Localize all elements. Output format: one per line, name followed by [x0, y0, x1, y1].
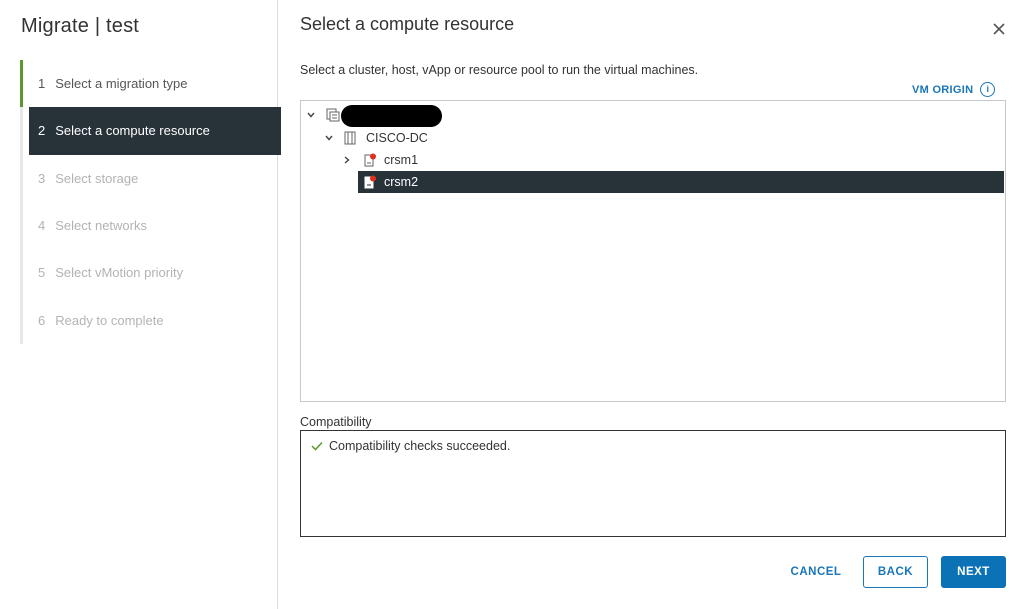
step-select-vmotion-priority: 5 Select vMotion priority — [20, 249, 281, 296]
vcenter-icon — [326, 108, 340, 122]
wizard-steps: 1 Select a migration type 2 Select a com… — [20, 60, 281, 344]
next-button[interactable]: NEXT — [941, 556, 1006, 588]
back-button[interactable]: BACK — [863, 556, 928, 588]
page-title: Select a compute resource — [300, 14, 515, 34]
step-select-networks: 4 Select networks — [20, 202, 281, 249]
step-number: 4 — [38, 218, 46, 234]
instruction-text: Select a cluster, host, vApp or resource… — [300, 63, 699, 77]
step-select-migration-type[interactable]: 1 Select a migration type — [20, 60, 281, 108]
compatibility-panel: Compatibility checks succeeded. — [300, 430, 1006, 537]
step-select-storage: 3 Select storage — [20, 155, 281, 202]
step-label: Ready to complete — [55, 312, 164, 328]
cancel-button[interactable]: CANCEL — [780, 556, 852, 588]
tree-row-vcenter[interactable] — [306, 104, 340, 126]
tree-row-host-selected[interactable]: crsm2 — [358, 171, 1004, 193]
vm-origin-link[interactable]: VM ORIGIN i — [912, 82, 996, 97]
step-select-compute-resource[interactable]: 2 Select a compute resource — [29, 107, 281, 155]
tree-row-host[interactable]: crsm1 — [342, 149, 418, 171]
compatibility-message-text: Compatibility checks succeeded. — [329, 439, 511, 453]
chevron-down-icon[interactable] — [324, 133, 334, 143]
compatibility-label: Compatibility — [300, 415, 372, 429]
step-number: 2 — [38, 123, 46, 139]
info-icon[interactable]: i — [980, 82, 996, 97]
step-label: Select a compute resource — [55, 123, 210, 139]
step-ready-to-complete: 6 Ready to complete — [20, 296, 281, 343]
wizard-title: Migrate | test — [21, 15, 140, 37]
step-number: 6 — [38, 312, 46, 328]
step-number: 5 — [38, 265, 46, 281]
step-label: Select vMotion priority — [55, 265, 184, 281]
step-label: Select networks — [55, 218, 147, 234]
close-icon[interactable] — [990, 20, 1008, 38]
step-number: 1 — [38, 76, 46, 92]
vm-origin-label: VM ORIGIN — [912, 83, 974, 96]
compatibility-message: Compatibility checks succeeded. — [311, 439, 510, 453]
host-warning-icon — [364, 175, 376, 189]
chevron-right-icon[interactable] — [342, 155, 352, 165]
datacenter-label: CISCO-DC — [366, 131, 428, 145]
wizard-sidebar: Migrate | test 1 Select a migration type… — [0, 0, 281, 609]
host-label: crsm2 — [384, 175, 419, 189]
datacenter-icon — [344, 131, 356, 145]
step-label: Select a migration type — [55, 76, 188, 92]
step-number: 3 — [38, 170, 46, 186]
step-label: Select storage — [55, 170, 139, 186]
redacted-vcenter-name — [341, 105, 442, 127]
host-label: crsm1 — [384, 153, 419, 167]
tree-row-datacenter[interactable]: CISCO-DC — [324, 127, 428, 149]
host-warning-icon — [364, 153, 376, 167]
chevron-down-icon[interactable] — [306, 110, 316, 120]
checkmark-icon — [311, 441, 323, 451]
